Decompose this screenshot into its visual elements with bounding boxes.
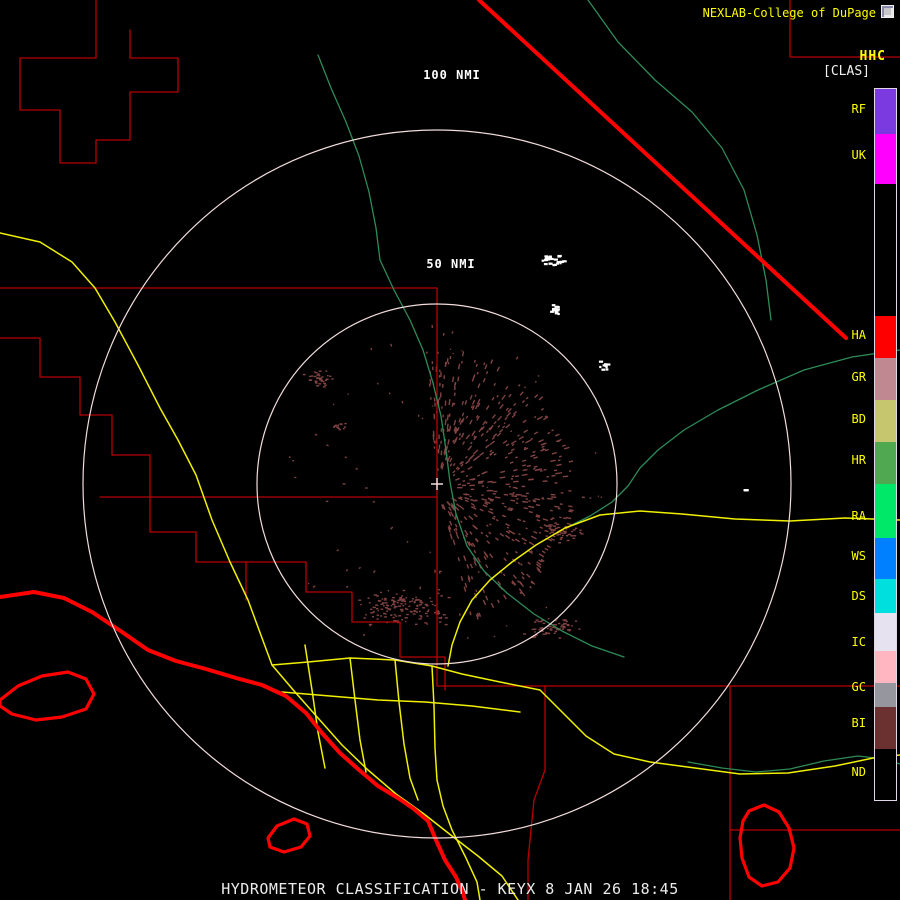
river-layer xyxy=(317,0,900,773)
brand-text: NEXLAB-College of DuPage xyxy=(702,6,876,20)
lake-outline-layer xyxy=(0,670,796,888)
legend-segment-bi xyxy=(875,707,896,749)
legend-segment-ws xyxy=(875,538,896,579)
product-id-label: HHC xyxy=(859,49,886,64)
legend-segment-gr xyxy=(875,358,896,400)
county-border-layer xyxy=(0,0,900,900)
legend-color-bar xyxy=(874,88,897,801)
legend-segment-blank xyxy=(875,184,896,316)
radar-display: 50 NMI 100 NMI NEXLAB-College of DuPage H… xyxy=(0,0,900,900)
legend-segment-ha xyxy=(875,316,896,358)
legend-segment-hr xyxy=(875,442,896,484)
legend-segment-uk xyxy=(875,134,896,184)
legend-segment-blank xyxy=(875,613,896,651)
ring-label-layer: 50 NMI 100 NMI xyxy=(421,66,482,273)
legend-segment-ds xyxy=(875,579,896,613)
legend-segment-rf xyxy=(875,89,896,134)
product-title: HYDROMETEOR CLASSIFICATION - KEYX 8 JAN … xyxy=(221,880,679,898)
product-tag-label: [CLAS] xyxy=(823,64,870,79)
radar-site-marker xyxy=(431,478,443,490)
legend-segment-ic xyxy=(875,651,896,683)
range-ring-label: 100 NMI xyxy=(423,68,481,82)
snow-echo-layer xyxy=(541,254,749,492)
highway-layer xyxy=(0,232,900,900)
nexlab-logo-icon xyxy=(881,5,894,18)
range-ring-layer xyxy=(82,129,792,839)
legend-segment-nd xyxy=(875,749,896,800)
range-ring-label: 50 NMI xyxy=(426,257,475,271)
interstate-layer xyxy=(0,0,848,900)
legend-segment-gc xyxy=(875,683,896,707)
legend-segment-ra xyxy=(875,484,896,538)
legend-segment-bd xyxy=(875,400,896,442)
radar-map: 50 NMI 100 NMI xyxy=(0,0,900,900)
